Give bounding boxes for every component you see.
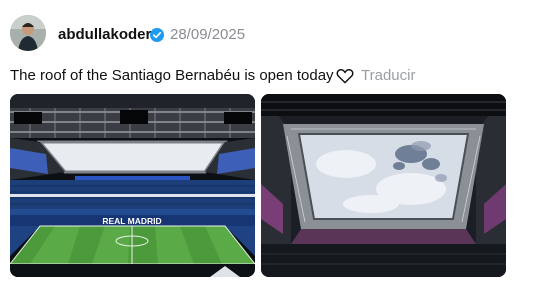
heart-outline-icon[interactable]: [336, 68, 354, 84]
post-text: The roof of the Santiago Bernabéu is ope…: [10, 67, 334, 84]
stadium-banner-text: REAL MADRID: [102, 216, 161, 226]
verified-badge-icon: [150, 28, 164, 42]
avatar[interactable]: [10, 15, 46, 51]
stadium-photo-1[interactable]: REAL MADRID: [10, 94, 255, 277]
stadium-photo-2[interactable]: [261, 94, 506, 277]
translate-link[interactable]: Traducir: [361, 67, 415, 84]
post-date: 28/09/2025: [170, 26, 246, 43]
username[interactable]: abdullakoder: [58, 26, 151, 43]
post-text-row: The roof of the Santiago Bernabéu is ope…: [10, 67, 354, 84]
